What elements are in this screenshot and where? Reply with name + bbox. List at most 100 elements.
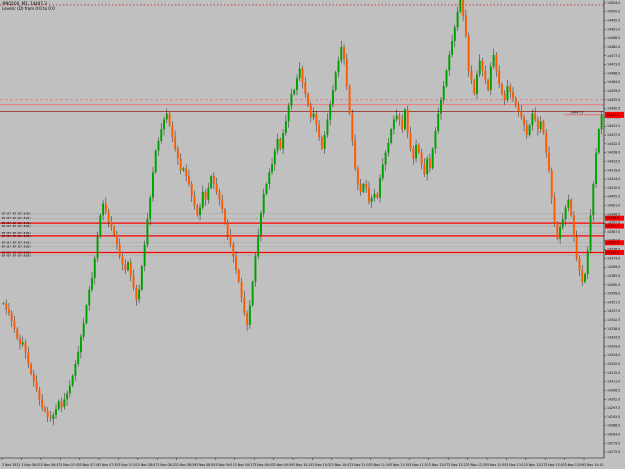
bull-candle [146,219,149,245]
y-tick-label: 14468.5 [607,71,620,75]
x-tick-label: 3 Nov 12:07 [429,463,448,467]
bull-candle [448,54,451,71]
bull-candle [600,114,603,130]
bear-candle [320,137,323,149]
bull-candle [63,399,66,408]
bear-candle [30,364,33,374]
bull-candle [476,74,478,94]
bear-candle [132,275,135,288]
bear-candle [135,287,138,300]
y-tick-label: 14338.0 [607,327,620,331]
y-tick-label: 14333.5 [607,336,620,340]
y-tick-label: 14423.5 [607,159,620,163]
x-tick-label: 3 Nov 11:51 [409,463,428,467]
bear-candle [503,93,506,100]
x-tick-label: 3 Nov 09:27 [235,463,254,467]
bear-candle [232,244,235,257]
y-tick-label: 14387.5 [607,230,620,234]
bull-candle [492,54,495,67]
bear-candle [179,158,182,171]
bull-candle [282,133,285,149]
bull-candle [163,119,165,130]
bear-candle [113,227,116,235]
bull-candle [210,176,213,188]
bear-candle [27,352,30,365]
level-label: B7:B7.B7.B7.B(B) [2,245,31,249]
bear-candle [46,411,49,417]
bull-candle [528,125,531,136]
x-tick-label: 3 Nov 08:07 [138,463,157,467]
x-tick-label: 3 Nov 09:59 [274,463,293,467]
bull-candle [290,93,293,106]
bear-candle [124,264,127,271]
x-tick-label: 3 Nov 07:19 [80,463,99,467]
bull-candle [331,90,334,104]
x-tick-label: 3 Nov 08:39 [177,463,196,467]
bear-candle [190,183,193,196]
x-tick-label: 3 Nov 2021 [2,463,20,467]
bear-candle [525,125,528,136]
x-tick-label: 3 Nov 12:39 [468,463,487,467]
current-price-label: 14447.3 [606,113,619,117]
bear-candle [171,125,174,138]
bull-candle [329,103,332,120]
bull-candle [127,262,129,271]
bull-candle [567,199,570,208]
bull-candle [506,86,509,100]
bear-candle [110,221,113,228]
bear-candle [196,205,199,216]
y-tick-label: 14437.0 [607,133,620,137]
bear-candle [512,91,514,98]
bear-candle [417,144,420,153]
bear-candle [204,191,207,200]
bull-candle [273,150,276,165]
bear-candle [41,399,44,408]
bull-candle [271,164,274,173]
bear-candle [115,234,118,245]
bear-candle [38,389,41,400]
bull-candle [21,342,24,345]
bull-candle [276,138,279,151]
level-label: B7:B7.B7.B7.B(B) [2,211,31,215]
bull-candle [165,113,168,120]
level-price-label: 14385.6 [606,241,619,245]
price-chart[interactable]: B7:B7.B7.B7.B(B) B7:B7.B7.B7.B(B) B7:B7.B7… [0,0,625,469]
bear-candle [548,152,550,171]
y-tick-label: 14414.5 [607,177,620,181]
bull-candle [478,60,481,75]
bear-candle [24,342,27,353]
bull-candle [251,281,254,306]
level-label: B7:B7.B7.B7.B(B) [2,234,31,238]
y-tick-label: 14401.0 [607,204,620,208]
bull-candle [199,207,201,216]
bear-candle [279,138,282,149]
bear-candle [185,168,188,177]
bear-candle [43,407,46,412]
bear-candle [60,401,63,408]
bull-candle [595,152,598,184]
level-price-label: 14396.9 [606,216,619,220]
bull-candle [102,203,105,216]
bear-candle [215,183,218,192]
bull-candle [143,244,146,267]
y-tick-label: 14455.0 [607,98,620,102]
x-tick-label: 3 Nov 09:43 [254,463,273,467]
x-tick-label: 3 Nov 06:31 [21,463,40,467]
bull-candle [451,41,454,55]
bear-candle [104,203,107,212]
level-price-label: 14391.7 [606,224,619,228]
bull-candle [298,68,301,79]
chart-window[interactable]: #NQ100, M1, 14447.3 Levels: (D) from 0:0… [0,0,625,469]
bull-candle [337,60,340,73]
current-price-marker: 14447.3 [570,110,583,114]
bull-candle [312,113,315,118]
x-tick-label: 3 Nov 13:59 [565,463,584,467]
bear-candle [176,148,179,159]
bull-candle [340,46,343,61]
bull-candle [404,109,406,130]
bear-candle [517,105,520,112]
x-tick-label: 3 Nov 11:19 [371,463,390,467]
x-tick-label: 3 Nov 09:11 [215,463,234,467]
y-tick-label: 14486.5 [607,36,620,40]
x-tick-label: 3 Nov 11:03 [351,463,370,467]
